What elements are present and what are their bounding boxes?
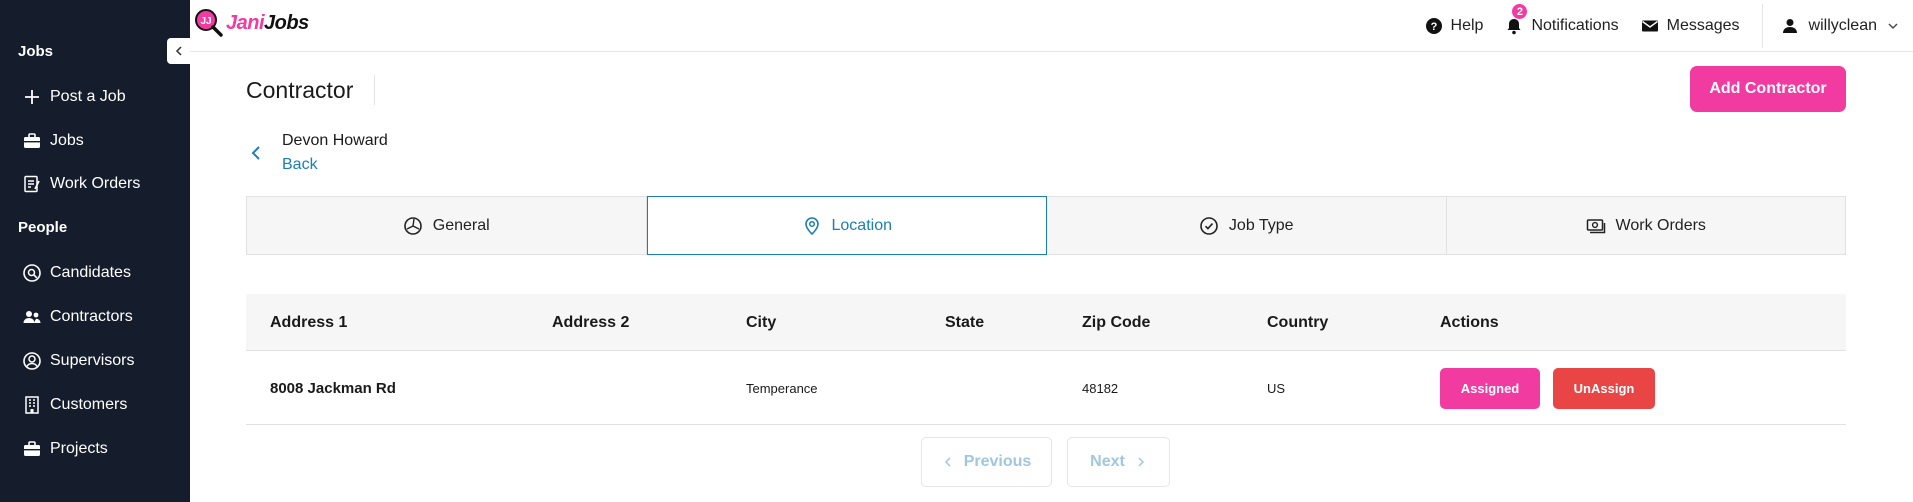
people-icon bbox=[23, 311, 41, 323]
location-table: Address 1 Address 2 City State Zip Code … bbox=[246, 294, 1846, 425]
chevron-right-icon bbox=[1138, 457, 1144, 467]
sidebar-item-candidates[interactable]: Candidates bbox=[22, 259, 131, 287]
sidebar-item-label: Jobs bbox=[50, 132, 84, 149]
notifications-link[interactable]: 2 Notifications bbox=[1505, 4, 1619, 35]
cell-city: Temperance bbox=[746, 380, 818, 396]
column-header-city: City bbox=[746, 313, 777, 331]
column-header-country: Country bbox=[1267, 313, 1329, 331]
column-header-address-2: Address 2 bbox=[552, 313, 630, 331]
logo-text-jobs: Jobs bbox=[264, 11, 309, 34]
sidebar-item-contractors[interactable]: Contractors bbox=[22, 303, 133, 331]
sidebar-item-supervisors[interactable]: Supervisors bbox=[22, 347, 134, 375]
cash-icon bbox=[1586, 218, 1605, 233]
sidebar-section-jobs: Jobs bbox=[18, 43, 54, 60]
logo-text-jani: Jani bbox=[226, 11, 265, 34]
back-chevron-icon[interactable] bbox=[248, 143, 264, 163]
sidebar-item-label: Post a Job bbox=[50, 88, 126, 105]
work-order-icon bbox=[24, 175, 40, 193]
sidebar-item-label: Candidates bbox=[50, 264, 131, 281]
sidebar-item-label: Contractors bbox=[50, 308, 133, 325]
cell-country: US bbox=[1267, 380, 1286, 396]
chevron-down-icon bbox=[1888, 23, 1898, 29]
svg-text:?: ? bbox=[1430, 21, 1437, 33]
tab-job-type[interactable]: Job Type bbox=[1047, 196, 1447, 255]
svg-text:JJ: JJ bbox=[201, 16, 212, 27]
page-title: Contractor bbox=[246, 77, 354, 103]
sidebar-item-work-orders[interactable]: Work Orders bbox=[22, 170, 140, 198]
help-link[interactable]: ? Help bbox=[1425, 17, 1484, 35]
previous-page-button[interactable]: Previous bbox=[921, 437, 1052, 487]
sidebar-item-projects[interactable]: Projects bbox=[22, 435, 108, 463]
app-root: Jobs Post a Job Jobs Work Orders People … bbox=[0, 0, 1913, 502]
user-circle-icon bbox=[23, 352, 41, 370]
notifications-label: Notifications bbox=[1531, 17, 1619, 34]
next-page-button[interactable]: Next bbox=[1067, 437, 1170, 487]
envelope-icon bbox=[1641, 20, 1658, 32]
sidebar-collapse-button[interactable] bbox=[167, 38, 190, 64]
logo-magnifier-icon: JJ bbox=[194, 8, 224, 38]
title-divider bbox=[374, 75, 375, 105]
back-link[interactable]: Back bbox=[282, 156, 318, 174]
tab-label: Location bbox=[831, 216, 893, 234]
contractor-name: Devon Howard bbox=[282, 132, 388, 149]
logo-text: JaniJobs bbox=[226, 12, 309, 35]
column-header-actions: Actions bbox=[1440, 313, 1499, 331]
tab-label: Job Type bbox=[1228, 216, 1294, 234]
sidebar-item-label: Work Orders bbox=[50, 175, 141, 192]
briefcase-icon bbox=[24, 133, 40, 148]
bell-icon bbox=[1507, 19, 1521, 35]
help-label: Help bbox=[1450, 17, 1484, 34]
sidebar-item-label: Projects bbox=[50, 440, 108, 457]
username: willyclean bbox=[1808, 17, 1877, 34]
messages-link[interactable]: Messages bbox=[1641, 17, 1740, 35]
top-actions: ? Help 2 Notifications Messages willycle… bbox=[1425, 0, 1913, 52]
chevron-left-icon bbox=[944, 457, 951, 467]
palette-icon bbox=[403, 216, 422, 235]
top-divider bbox=[1761, 4, 1763, 48]
tab-general[interactable]: General bbox=[246, 196, 647, 255]
sidebar-item-customers[interactable]: Customers bbox=[22, 391, 127, 419]
assigned-button[interactable]: Assigned bbox=[1440, 368, 1540, 409]
unassign-button[interactable]: UnAssign bbox=[1553, 368, 1655, 409]
tab-work-orders[interactable]: Work Orders bbox=[1446, 196, 1846, 255]
user-icon bbox=[1782, 19, 1797, 33]
tab-label: General bbox=[432, 216, 490, 234]
candidate-search-icon bbox=[23, 264, 41, 282]
add-contractor-button[interactable]: Add Contractor bbox=[1690, 66, 1846, 112]
briefcase-icon bbox=[24, 441, 40, 456]
sidebar-section-people: People bbox=[18, 219, 68, 236]
tab-bar: General Location Job Type Work Orders bbox=[246, 196, 1846, 255]
check-circle-icon bbox=[1200, 216, 1218, 235]
column-header-zip-code: Zip Code bbox=[1082, 313, 1151, 331]
sidebar-item-jobs[interactable]: Jobs bbox=[22, 127, 84, 155]
notifications-badge: 2 bbox=[1512, 4, 1528, 19]
table-row: 8008 Jackman Rd Temperance 48182 US Assi… bbox=[246, 351, 1846, 425]
column-header-state: State bbox=[945, 313, 985, 331]
cell-address-1: 8008 Jackman Rd bbox=[270, 379, 396, 397]
chevron-left-icon bbox=[175, 46, 182, 56]
next-label: Next bbox=[1090, 453, 1125, 470]
column-header-address-1: Address 1 bbox=[270, 313, 348, 331]
plus-icon bbox=[25, 90, 39, 104]
table-header: Address 1 Address 2 City State Zip Code … bbox=[246, 294, 1846, 351]
tab-label: Work Orders bbox=[1615, 216, 1706, 234]
logo[interactable]: JJ JaniJobs bbox=[194, 8, 309, 38]
cell-zip-code: 48182 bbox=[1082, 380, 1119, 396]
help-icon: ? bbox=[1425, 18, 1442, 34]
sidebar-item-post-a-job[interactable]: Post a Job bbox=[22, 83, 126, 111]
sidebar-item-label: Supervisors bbox=[50, 352, 135, 369]
building-icon bbox=[25, 396, 39, 414]
messages-label: Messages bbox=[1666, 17, 1740, 34]
previous-label: Previous bbox=[963, 453, 1032, 470]
map-pin-icon bbox=[804, 216, 819, 235]
sidebar-item-label: Customers bbox=[50, 396, 128, 413]
tab-location[interactable]: Location bbox=[646, 196, 1047, 255]
top-bar: JJ JaniJobs ? Help 2 Notifications Messa… bbox=[190, 0, 1913, 52]
sidebar: Jobs Post a Job Jobs Work Orders People … bbox=[0, 0, 190, 502]
user-menu[interactable]: willyclean bbox=[1781, 17, 1899, 35]
